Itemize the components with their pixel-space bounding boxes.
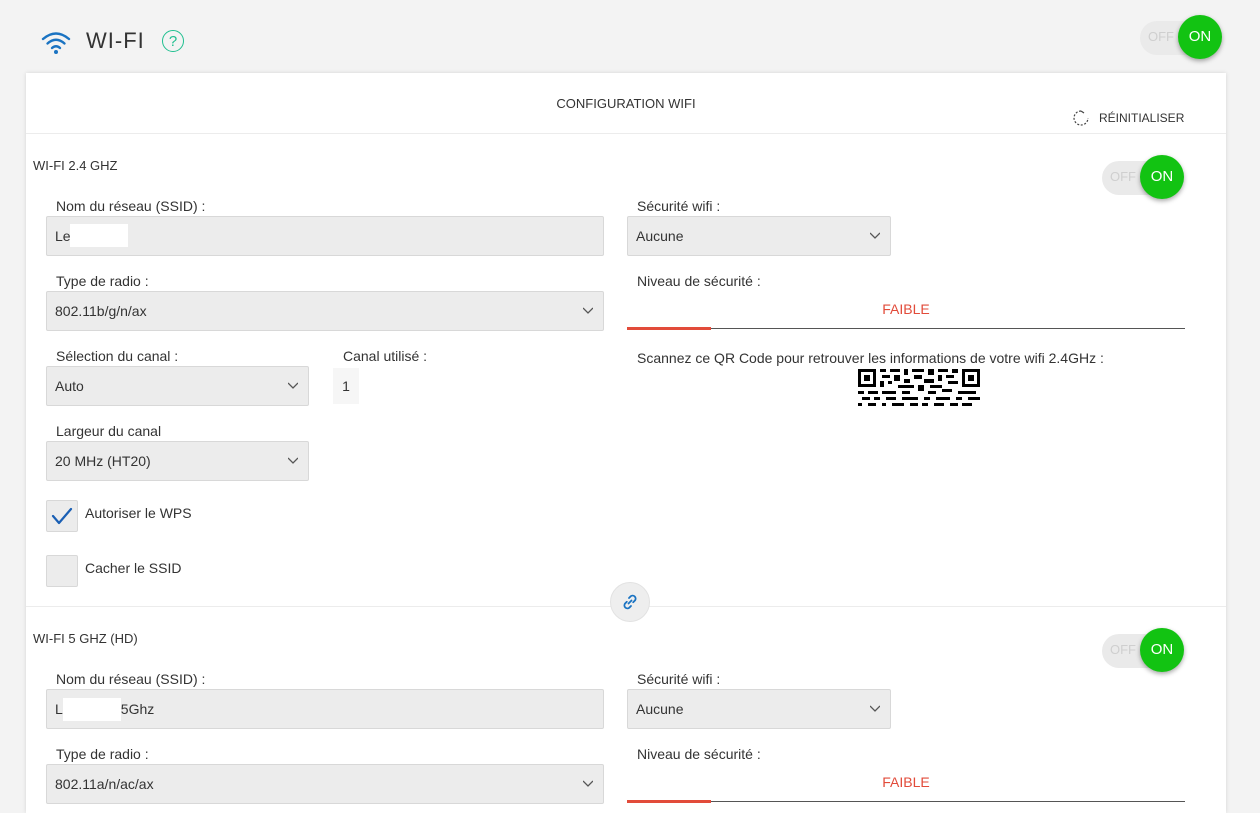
checkmark-icon [51,507,73,525]
security-label: Sécurité wifi : [637,671,721,687]
radio-type-select[interactable]: 802.11a/n/ac/ax [46,764,604,804]
channel-used-value: 1 [333,368,359,404]
radio-type-label: Type de radio : [56,273,149,289]
radio-type-value: 802.11a/n/ac/ax [55,776,154,792]
wps-label: Autoriser le WPS [85,505,192,521]
wps-checkbox[interactable] [46,500,78,532]
channel-used-label: Canal utilisé : [343,348,428,364]
security-select[interactable]: Aucune [627,216,891,256]
wifi-icon [41,32,71,54]
ssid-label: Nom du réseau (SSID) : [56,671,206,687]
qr-code-label: Scannez ce QR Code pour retrouver les in… [637,350,1104,366]
security-select[interactable]: Aucune [627,689,891,729]
security-level-label: Niveau de sécurité : [637,746,761,762]
security-value: Aucune [636,228,684,244]
toggle-off-label: OFF [1110,642,1136,657]
link-icon [623,594,637,610]
ssid-value: Le [55,228,71,244]
security-level-value: FAIBLE [882,774,930,790]
section-title-24ghz: WI-FI 2.4 GHZ [33,158,118,173]
ssid-value-prefix: L [55,701,63,717]
ssid-input[interactable]: L 5Ghz [46,689,604,729]
channel-select-value: Auto [55,378,84,394]
security-level-label: Niveau de sécurité : [637,273,761,289]
ssid-label: Nom du réseau (SSID) : [56,198,206,214]
hide-ssid-label: Cacher le SSID [85,560,182,576]
redacted-mask [70,224,128,247]
security-value: Aucune [636,701,684,717]
link-button[interactable] [610,582,650,622]
redacted-mask [62,697,121,721]
chevron-down-icon [870,705,880,712]
radio-type-select[interactable]: 802.11b/g/n/ax [46,291,604,331]
chevron-down-icon [288,382,298,389]
reset-icon [1073,110,1089,126]
channel-select[interactable]: Auto [46,366,309,406]
radio-type-label: Type de radio : [56,746,149,762]
hide-ssid-checkbox[interactable] [46,555,78,587]
divider [26,133,1226,134]
page-title: WI-FI [86,28,145,53]
toggle-knob: ON [1140,155,1184,199]
wifi5-toggle[interactable]: OFF ON [1102,628,1186,672]
chevron-down-icon [288,457,298,464]
security-level-fill [627,800,711,803]
wifi-master-toggle[interactable]: OFF ON [1140,15,1224,59]
card-title: CONFIGURATION WIFI [556,96,696,111]
radio-type-value: 802.11b/g/n/ax [55,303,147,319]
reset-button[interactable]: RÉINITIALISER [1072,109,1184,127]
wifi-config-card: CONFIGURATION WIFI RÉINITIALISER WI-FI 2… [26,73,1226,813]
ssid-value-suffix: 5Ghz [120,701,155,717]
chevron-down-icon [583,780,593,787]
reset-label: RÉINITIALISER [1099,111,1185,125]
toggle-off-label: OFF [1110,169,1136,184]
security-level-fill [627,327,711,330]
security-label: Sécurité wifi : [637,198,721,214]
security-level-value: FAIBLE [882,301,930,317]
chevron-down-icon [870,232,880,239]
toggle-off-label: OFF [1148,29,1174,44]
ssid-input[interactable]: Le [46,216,604,256]
channel-width-label: Largeur du canal [56,423,162,439]
help-icon[interactable]: ? [162,30,184,52]
toggle-knob: ON [1140,628,1184,672]
channel-width-select[interactable]: 20 MHz (HT20) [46,441,309,481]
channel-select-label: Sélection du canal : [56,348,179,364]
section-title-5ghz: WI-FI 5 GHZ (HD) [33,631,138,646]
wifi24-toggle[interactable]: OFF ON [1102,155,1186,199]
toggle-knob: ON [1178,15,1222,59]
qr-code-image [858,369,980,406]
chevron-down-icon [583,307,593,314]
channel-width-value: 20 MHz (HT20) [55,453,151,469]
